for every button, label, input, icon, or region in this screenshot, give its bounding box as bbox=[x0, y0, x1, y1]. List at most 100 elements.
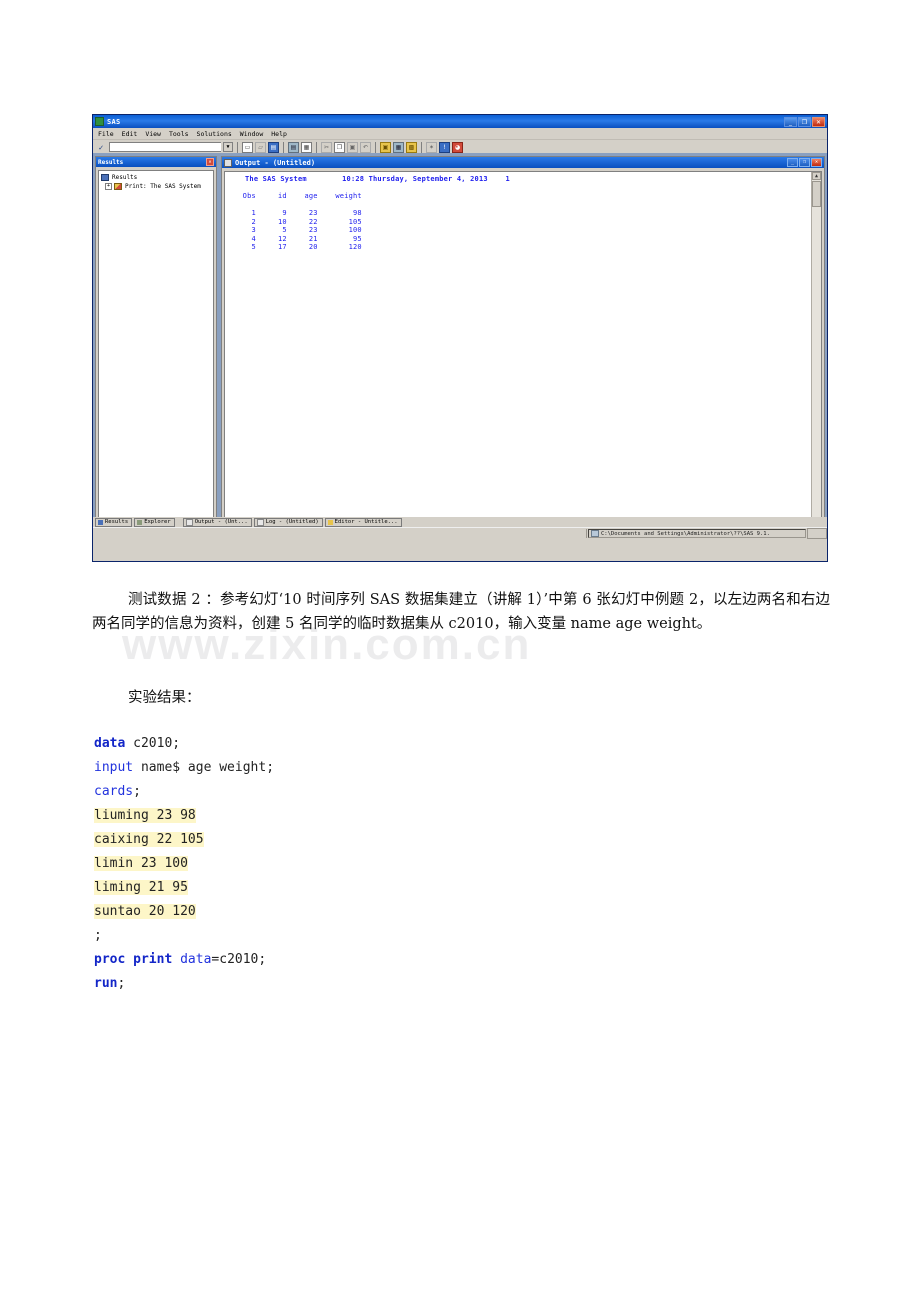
results-pane-close-icon[interactable]: ✕ bbox=[206, 158, 214, 166]
sas-mdi-workspace: Results ✕ Results + Print: The SAS Syste… bbox=[93, 153, 827, 539]
toolbar-divider-5 bbox=[421, 141, 422, 153]
code-text: name$ age weight; bbox=[133, 760, 275, 775]
restore-button[interactable]: ❐ bbox=[798, 116, 811, 127]
sas-code-block: data c2010; input name$ age weight; cards;… bbox=[94, 732, 274, 996]
status-message-area bbox=[94, 529, 587, 538]
output-close-button[interactable]: ✕ bbox=[811, 158, 822, 167]
output-document-icon bbox=[224, 158, 232, 167]
code-data-line: suntao 20 120 bbox=[94, 904, 196, 919]
menu-item-window[interactable]: Window bbox=[240, 130, 263, 138]
code-line: liuming 23 98 bbox=[94, 804, 274, 828]
command-dropdown-icon[interactable]: ▼ bbox=[223, 142, 233, 152]
clear-icon[interactable]: ◕ bbox=[452, 141, 463, 153]
code-text: ; bbox=[133, 784, 141, 799]
code-line: input name$ age weight; bbox=[94, 756, 274, 780]
results-pane-title: Results bbox=[98, 158, 124, 166]
results-pane-title-bar: Results ✕ bbox=[96, 157, 216, 167]
taskbar-tab-explorer[interactable]: Explorer bbox=[134, 518, 175, 527]
sas-application-window: SAS _ ❐ ✕ File Edit View Tools Solutions… bbox=[92, 114, 828, 562]
window-controls: _ ❐ ✕ bbox=[784, 116, 825, 127]
window-tab-log-label: Log - (Untitled) bbox=[265, 519, 319, 525]
code-keyword: run bbox=[94, 976, 118, 991]
code-text: suntao 20 120 bbox=[94, 904, 196, 919]
copy-icon[interactable]: ❐ bbox=[334, 141, 345, 153]
results-tree: Results + Print: The SAS System bbox=[98, 170, 214, 528]
menu-item-tools[interactable]: Tools bbox=[169, 130, 189, 138]
tree-expander-icon[interactable]: + bbox=[105, 183, 112, 190]
tree-node-print-label: Print: The SAS System bbox=[125, 183, 201, 190]
save-disk-icon[interactable]: ▤ bbox=[268, 141, 279, 153]
menu-bar: File Edit View Tools Solutions Window He… bbox=[93, 128, 827, 140]
code-statement: run; bbox=[94, 976, 125, 991]
explorer-icon[interactable]: ▦ bbox=[393, 141, 404, 153]
undo-icon[interactable]: ↶ bbox=[360, 141, 371, 153]
tree-node-results-label: Results bbox=[112, 174, 138, 181]
run-icon[interactable]: ✶ bbox=[426, 141, 437, 153]
code-line: limin 23 100 bbox=[94, 852, 274, 876]
tree-node-results[interactable]: Results bbox=[101, 174, 211, 181]
taskbar-tab-results-label: Results bbox=[105, 519, 129, 525]
minimize-button[interactable]: _ bbox=[784, 116, 797, 127]
new-document-icon[interactable]: ▭ bbox=[242, 141, 253, 153]
new-program-icon[interactable]: ▩ bbox=[406, 141, 417, 153]
code-statement: cards; bbox=[94, 784, 141, 799]
paste-icon[interactable]: ▣ bbox=[347, 141, 358, 153]
results-icon bbox=[98, 520, 103, 525]
tree-node-print[interactable]: + Print: The SAS System bbox=[101, 183, 211, 190]
sas-output-text: The SAS System 10:28 Thursday, September… bbox=[225, 172, 812, 527]
output-maximize-button[interactable]: ❐ bbox=[799, 158, 810, 167]
computer-icon bbox=[591, 530, 599, 537]
menu-item-file[interactable]: File bbox=[98, 130, 114, 138]
window-tab-output-label: Output - (Unt... bbox=[194, 519, 248, 525]
code-line: caixing 22 105 bbox=[94, 828, 274, 852]
log-icon bbox=[256, 519, 264, 526]
code-keyword: data bbox=[180, 952, 212, 967]
scroll-up-arrow-icon[interactable]: ▲ bbox=[812, 172, 821, 180]
code-line: run; bbox=[94, 972, 274, 996]
code-line: proc print data=c2010; bbox=[94, 948, 274, 972]
output-minimize-button[interactable]: _ bbox=[787, 158, 798, 167]
sas-logo-icon bbox=[95, 117, 104, 126]
code-text: liuming 23 98 bbox=[94, 808, 196, 823]
code-statement: proc print data=c2010; bbox=[94, 952, 266, 967]
command-input[interactable] bbox=[109, 142, 221, 152]
sas-title-bar: SAS _ ❐ ✕ bbox=[93, 115, 827, 128]
window-tab-editor[interactable]: Editor - Untitle... bbox=[324, 518, 402, 527]
window-tab-output[interactable]: Output - (Unt... bbox=[182, 518, 252, 527]
experiment-result-heading: 实验结果： bbox=[128, 690, 201, 706]
explorer-icon bbox=[137, 520, 143, 525]
scrollbar-thumb[interactable] bbox=[812, 181, 821, 207]
submit-check-icon[interactable]: ✓ bbox=[95, 143, 107, 152]
code-text: liming 21 95 bbox=[94, 880, 188, 895]
results-pane: Results ✕ Results + Print: The SAS Syste… bbox=[95, 156, 217, 531]
menu-item-edit[interactable]: Edit bbox=[122, 130, 138, 138]
taskbar-tab-explorer-label: Explorer bbox=[144, 519, 171, 525]
code-data-line: limin 23 100 bbox=[94, 856, 188, 871]
menu-item-view[interactable]: View bbox=[145, 130, 161, 138]
code-text: caixing 22 105 bbox=[94, 832, 204, 847]
new-library-icon[interactable]: ▣ bbox=[380, 141, 391, 153]
close-button[interactable]: ✕ bbox=[812, 116, 825, 127]
status-path-area: C:\Documents and Settings\Administrator\… bbox=[588, 529, 806, 538]
code-text: ; bbox=[94, 928, 102, 943]
print-icon[interactable]: ▤ bbox=[288, 141, 299, 153]
output-window-title: Output - (Untitled) bbox=[235, 158, 316, 167]
code-line: data c2010; bbox=[94, 732, 274, 756]
output-window: Output - (Untitled) _ ❐ ✕ The SAS System… bbox=[221, 156, 825, 531]
code-keyword: data bbox=[94, 736, 126, 751]
toolbar-divider-4 bbox=[375, 141, 376, 153]
editor-icon bbox=[327, 520, 333, 525]
cut-scissors-icon[interactable]: ✂ bbox=[321, 141, 332, 153]
help-icon[interactable]: ! bbox=[439, 141, 450, 153]
print-preview-icon[interactable]: ▦ bbox=[301, 141, 312, 153]
menu-item-solutions[interactable]: Solutions bbox=[197, 130, 232, 138]
menu-item-help[interactable]: Help bbox=[271, 130, 287, 138]
open-folder-icon[interactable]: ▱ bbox=[255, 141, 266, 153]
output-window-client: The SAS System 10:28 Thursday, September… bbox=[224, 171, 822, 528]
taskbar-tab-results[interactable]: Results bbox=[95, 518, 133, 527]
output-vertical-scrollbar[interactable]: ▲ ▼ bbox=[811, 172, 821, 527]
toolbar-divider-2 bbox=[283, 141, 284, 153]
window-tab-log[interactable]: Log - (Untitled) bbox=[253, 518, 323, 527]
code-statement: data c2010; bbox=[94, 736, 180, 751]
